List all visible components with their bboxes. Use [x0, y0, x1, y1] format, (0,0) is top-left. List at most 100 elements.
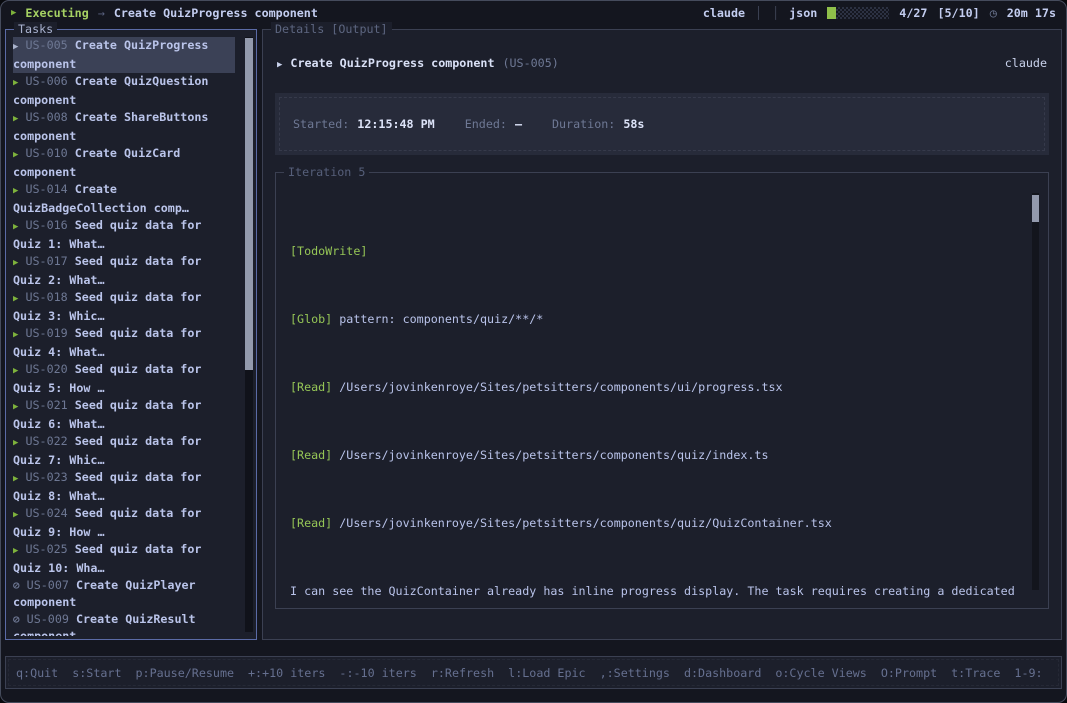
key-hint: p:Pause/Resume — [136, 666, 235, 680]
output-format: json — [789, 6, 817, 20]
task-list-item[interactable]: ▶ US-016 Seed quiz data for Quiz 1: What… — [13, 217, 235, 253]
task-status-icon: ▶ — [13, 186, 18, 196]
task-status-icon: ▶ — [13, 114, 18, 124]
output-line: [Read] /Users/jovinkenroye/Sites/petsitt… — [290, 515, 1022, 532]
iteration-progress-count: [5/10] — [937, 6, 979, 20]
tasks-panel-title: Tasks — [14, 22, 57, 36]
elapsed-time: 20m 17s — [1007, 6, 1056, 20]
tool-tag: [Read] — [290, 380, 332, 394]
progress-bar — [827, 7, 889, 19]
task-id: US-020 — [25, 362, 67, 376]
tasks-scrollbar-thumb[interactable] — [245, 38, 253, 370]
output-line: [Read] /Users/jovinkenroye/Sites/petsitt… — [290, 447, 1022, 464]
task-id: US-010 — [25, 146, 67, 160]
output-text: /Users/jovinkenroye/Sites/petsitters/com… — [332, 516, 832, 530]
output-text: /Users/jovinkenroye/Sites/petsitters/com… — [332, 448, 768, 462]
details-panel: Details [Output] ▶ Create QuizProgress c… — [262, 29, 1062, 640]
output-line: [Glob] pattern: components/quiz/**/* — [290, 311, 1022, 328]
task-list-item[interactable]: ▶ US-022 Seed quiz data for Quiz 7: Whic… — [13, 433, 235, 469]
output-line: [TodoWrite] — [290, 243, 1022, 260]
task-id: US-017 — [25, 254, 67, 268]
output-line: [Read] /Users/jovinkenroye/Sites/petsitt… — [290, 379, 1022, 396]
task-list-item[interactable]: ▶ US-008 Create ShareButtons component — [13, 109, 235, 145]
task-play-icon: ▶ — [277, 57, 282, 74]
task-status-icon: ▶ — [13, 150, 18, 160]
task-status-icon: ▶ — [13, 78, 18, 88]
task-id: US-021 — [25, 398, 67, 412]
iteration-box-title: Iteration 5 — [284, 165, 369, 179]
output-text: /Users/jovinkenroye/Sites/petsitters/com… — [332, 380, 782, 394]
task-list: ▶ US-005 Create QuizProgress component ▶… — [13, 37, 235, 636]
main-area: Tasks ▶ US-005 Create QuizProgress compo… — [5, 29, 1062, 640]
task-list-item[interactable]: ▶ US-018 Seed quiz data for Quiz 3: Whic… — [13, 289, 235, 325]
output-text: pattern: components/quiz/**/* — [332, 312, 543, 326]
arrow-separator-icon: → — [98, 6, 105, 20]
started-value: 12:15:48 PM — [357, 117, 434, 131]
task-status-icon: ⊘ — [13, 613, 20, 626]
task-id: US-019 — [25, 326, 67, 340]
duration-label: Duration: — [552, 117, 615, 131]
key-hint: O:Prompt — [881, 666, 937, 680]
task-list-item[interactable]: ▶ US-021 Seed quiz data for Quiz 6: What… — [13, 397, 235, 433]
task-id: US-016 — [25, 218, 67, 232]
task-list-item[interactable]: ▶ US-024 Seed quiz data for Quiz 9: How … — [13, 505, 235, 541]
agent-name: claude — [703, 6, 745, 20]
key-hint: o:Cycle Views — [775, 666, 866, 680]
task-list-item[interactable]: ⊘ US-007 Create QuizPlayer component — [13, 577, 235, 611]
output-scrollbar-thumb[interactable] — [1032, 195, 1039, 222]
app-window: ▶ Executing → Create QuizProgress compon… — [0, 0, 1067, 703]
iteration-box: Iteration 5 [TodoWrite] [Glob] pattern: … — [275, 172, 1049, 609]
task-list-item[interactable]: ▶ US-019 Seed quiz data for Quiz 4: What… — [13, 325, 235, 361]
task-status-icon: ▶ — [13, 546, 18, 556]
key-hint: q:Quit — [16, 666, 58, 680]
task-list-item[interactable]: ▶ US-010 Create QuizCard component — [13, 145, 235, 181]
detail-agent-name: claude — [1005, 55, 1047, 74]
task-id: US-025 — [25, 542, 67, 556]
clock-icon: ◷ — [990, 6, 997, 20]
output-line: I can see the QuizContainer already has … — [290, 583, 1022, 600]
task-list-item[interactable]: ▶ US-014 Create QuizBadgeCollection comp… — [13, 181, 235, 217]
task-list-item[interactable]: ▶ US-023 Seed quiz data for Quiz 8: What… — [13, 469, 235, 505]
task-detail-header: ▶ Create QuizProgress component (US-005)… — [277, 55, 1047, 74]
tool-tag: [Glob] — [290, 312, 332, 326]
task-id: US-005 — [25, 38, 67, 52]
current-task-title: Create QuizProgress component — [114, 6, 318, 20]
task-id: US-024 — [25, 506, 67, 520]
key-hint: s:Start — [72, 666, 121, 680]
task-status-icon: ⊘ — [13, 579, 20, 592]
tasks-scrollbar[interactable] — [245, 37, 253, 632]
task-list-item[interactable]: ▶ US-025 Seed quiz data for Quiz 10: Wha… — [13, 541, 235, 577]
ended-value: – — [515, 117, 522, 131]
key-hint: +:+10 iters — [248, 666, 325, 680]
task-id: US-009 — [27, 612, 69, 626]
tool-tag: [Read] — [290, 516, 332, 530]
task-status-icon: ▶ — [13, 222, 18, 232]
task-id: US-006 — [25, 74, 67, 88]
details-panel-title: Details [Output] — [271, 22, 392, 36]
tasks-panel: Tasks ▶ US-005 Create QuizProgress compo… — [5, 29, 257, 640]
pipe-separator: │ — [755, 6, 762, 20]
task-list-item[interactable]: ▶ US-020 Seed quiz data for Quiz 5: How … — [13, 361, 235, 397]
task-status-icon: ▶ — [13, 438, 18, 448]
task-timing-box: Started: 12:15:48 PM Ended: – Duration: … — [275, 93, 1049, 155]
detail-task-title: Create QuizProgress component — [290, 55, 494, 72]
output-scrollbar[interactable] — [1032, 193, 1039, 590]
task-id: US-023 — [25, 470, 67, 484]
ended-label: Ended: — [465, 117, 507, 131]
progress-bar-remaining — [836, 7, 889, 19]
task-status-icon: ▶ — [13, 42, 18, 52]
key-hint: -:-10 iters — [339, 666, 416, 680]
output-text: I can see the QuizContainer already has … — [290, 584, 1015, 598]
key-hint: l:Load Epic — [508, 666, 585, 680]
task-list-item[interactable]: ▶ US-005 Create QuizProgress component — [13, 37, 235, 73]
task-id: US-008 — [25, 110, 67, 124]
duration-value: 58s — [623, 117, 644, 131]
key-hint: ,:Settings — [600, 666, 670, 680]
task-list-item[interactable]: ▶ US-006 Create QuizQuestion component — [13, 73, 235, 109]
task-list-item[interactable]: ▶ US-017 Seed quiz data for Quiz 2: What… — [13, 253, 235, 289]
progress-bar-fill — [827, 7, 836, 19]
task-list-item[interactable]: ⊘ US-009 Create QuizResult component — [13, 611, 235, 636]
play-icon: ▶ — [11, 8, 16, 18]
task-progress-count: 4/27 — [899, 6, 927, 20]
task-status-icon: ▶ — [13, 294, 18, 304]
